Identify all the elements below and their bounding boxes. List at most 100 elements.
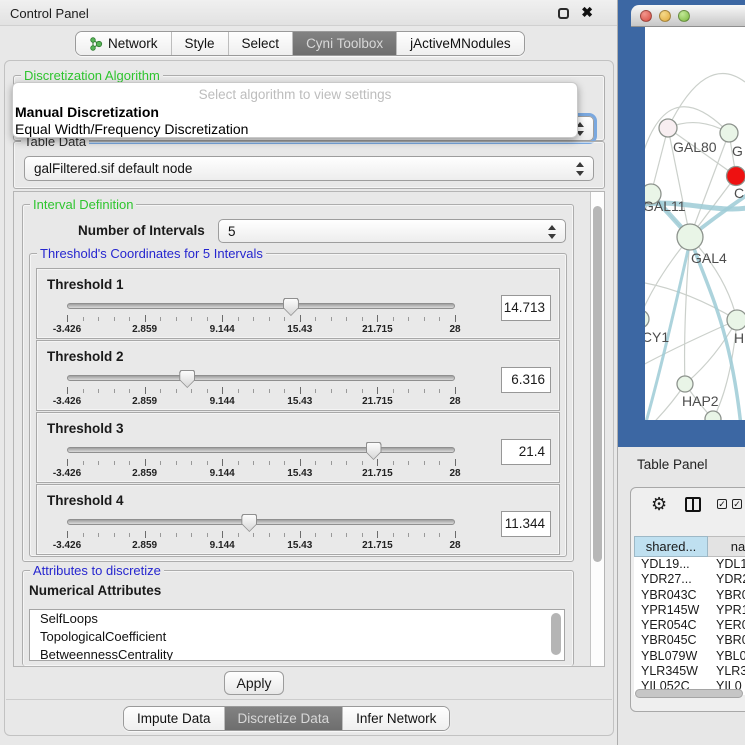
tab-select[interactable]: Select	[228, 32, 293, 55]
slider-ticks	[67, 387, 455, 395]
node-label-gal11: GAL11	[645, 198, 686, 214]
threshold-label: Threshold 1	[47, 277, 124, 292]
tick-mark	[129, 317, 130, 321]
tick-mark	[238, 461, 239, 465]
network-window-titlebar[interactable]	[631, 5, 745, 27]
slider-track[interactable]	[67, 303, 455, 309]
tick-mark	[331, 533, 332, 537]
slider-handle[interactable]	[366, 442, 382, 460]
column-header-shared[interactable]: shared...	[634, 536, 708, 557]
mac-zoom-icon[interactable]	[678, 10, 690, 22]
apply-button[interactable]: Apply	[224, 671, 284, 695]
slider-handle[interactable]	[241, 514, 257, 532]
tick-label: 9.144	[210, 468, 235, 479]
tick-mark	[67, 531, 68, 538]
tick-mark	[331, 461, 332, 465]
mac-minimize-icon[interactable]	[659, 10, 671, 22]
tick-mark	[269, 317, 270, 321]
tick-mark	[269, 389, 270, 393]
gear-icon[interactable]: ⚙	[651, 494, 667, 515]
settings-scrollbar-thumb[interactable]	[593, 206, 602, 562]
number-of-intervals-combobox[interactable]: 5	[218, 219, 566, 243]
threshold-value-field[interactable]: 14.713	[501, 295, 551, 321]
attribute-item[interactable]: TopologicalCoefficient	[30, 628, 564, 646]
tick-mark	[284, 389, 285, 393]
tick-label: 28	[449, 324, 460, 335]
slider-handle[interactable]	[179, 370, 195, 388]
tick-mark	[362, 461, 363, 465]
tick-mark	[284, 533, 285, 537]
tick-mark	[408, 461, 409, 465]
node-gal80[interactable]	[659, 119, 677, 137]
node-unlabeled[interactable]	[720, 124, 738, 142]
table-data-combobox[interactable]: galFiltered.sif default node	[24, 156, 594, 181]
cell-shared-name: YDR27...	[634, 572, 708, 587]
table-row[interactable]: YDR27...YDR2	[634, 572, 745, 587]
slider-handle[interactable]	[283, 298, 299, 316]
tick-mark	[145, 459, 146, 466]
tab-cyni-toolbox[interactable]: Cyni Toolbox	[292, 32, 396, 55]
node-h[interactable]	[727, 310, 745, 330]
tab-infer-network[interactable]: Infer Network	[342, 707, 449, 730]
node-gal4[interactable]	[677, 224, 703, 250]
tick-label: 9.144	[210, 540, 235, 551]
slider-track[interactable]	[67, 375, 455, 381]
table-row[interactable]: YBR045CYBR0	[634, 633, 745, 648]
tick-label: 15.43	[287, 540, 312, 551]
checkbox-icon[interactable]: ✓	[732, 499, 742, 509]
table-data-selected: galFiltered.sif default node	[34, 161, 192, 176]
list-scrollbar-thumb[interactable]	[551, 613, 561, 655]
tick-mark	[377, 531, 378, 538]
tab-style[interactable]: Style	[171, 32, 228, 55]
table-rows: YDL19...YDL1YDR27...YDR2YBR043CYBR0YPR14…	[634, 557, 745, 695]
column-header-name[interactable]: na	[708, 536, 745, 557]
algorithm-placeholder: Select algorithm to view settings	[13, 87, 577, 102]
table-row[interactable]: YBL079WYBL0	[634, 649, 745, 664]
node-selected-red[interactable]	[727, 167, 745, 186]
slider-ticks	[67, 315, 455, 323]
numerical-attributes-list[interactable]: SelfLoopsTopologicalCoefficientBetweenne…	[29, 609, 565, 661]
attribute-item[interactable]: BetweennessCentrality	[30, 646, 564, 661]
split-view-icon[interactable]	[685, 497, 701, 512]
mac-close-icon[interactable]	[640, 10, 652, 22]
settings-scrollbar-track[interactable]	[590, 192, 604, 666]
threshold-value-field[interactable]: 11.344	[501, 511, 551, 537]
threshold-value-field[interactable]: 21.4	[501, 439, 551, 465]
attribute-item[interactable]: SelfLoops	[30, 610, 564, 628]
tick-label: 9.144	[210, 324, 235, 335]
tab-impute-data[interactable]: Impute Data	[124, 707, 224, 730]
threshold-value-field[interactable]: 6.316	[501, 367, 551, 393]
tab-discretize-data[interactable]: Discretize Data	[224, 707, 343, 730]
network-canvas[interactable]: GAL80 G C GAL11 GAL4 GCY1 H HAP2	[645, 27, 745, 420]
table-row[interactable]: YBR043CYBR0	[634, 588, 745, 603]
close-icon[interactable]: ✖	[581, 4, 593, 21]
algorithm-dropdown-popup: Select algorithm to view settings Manual…	[12, 82, 578, 138]
tick-mark	[222, 315, 223, 322]
menu-item-equal-width-frequency[interactable]: Equal Width/Frequency Discretization	[15, 121, 248, 137]
table-hscrollbar-thumb[interactable]	[635, 689, 743, 698]
slider-track[interactable]	[67, 519, 455, 525]
menu-item-manual-discretization[interactable]: Manual Discretization	[15, 104, 159, 120]
cell-shared-name: YPR145W	[634, 603, 708, 618]
node-hap2[interactable]	[677, 376, 693, 392]
tab-jactivemnodules[interactable]: jActiveMNodules	[396, 32, 524, 55]
table-row[interactable]: YLR345WYLR3	[634, 664, 745, 679]
tick-mark	[67, 387, 68, 394]
tick-mark	[253, 389, 254, 393]
cell-name: YDL1	[708, 557, 745, 572]
tab-label: Infer Network	[356, 711, 436, 726]
table-row[interactable]: YER054CYER0	[634, 618, 745, 633]
tab-label: Cyni Toolbox	[306, 36, 383, 51]
node-table: shared... na YDL19...YDL1YDR27...YDR2YBR…	[634, 536, 745, 695]
float-window-icon[interactable]	[558, 8, 569, 19]
table-row[interactable]: YPR145WYPR1	[634, 603, 745, 618]
table-panel-box: ⚙ ✓ ✓ shared... na YDL19...YDL1YDR27...Y…	[630, 487, 745, 712]
tick-mark	[67, 315, 68, 322]
tab-network[interactable]: Network	[76, 32, 171, 55]
slider-track[interactable]	[67, 447, 455, 453]
threshold-label: Threshold 4	[47, 493, 124, 508]
tick-mark	[83, 389, 84, 393]
node-gcy1[interactable]	[645, 310, 649, 328]
table-row[interactable]: YDL19...YDL1	[634, 557, 745, 572]
checkbox-icon[interactable]: ✓	[717, 499, 727, 509]
